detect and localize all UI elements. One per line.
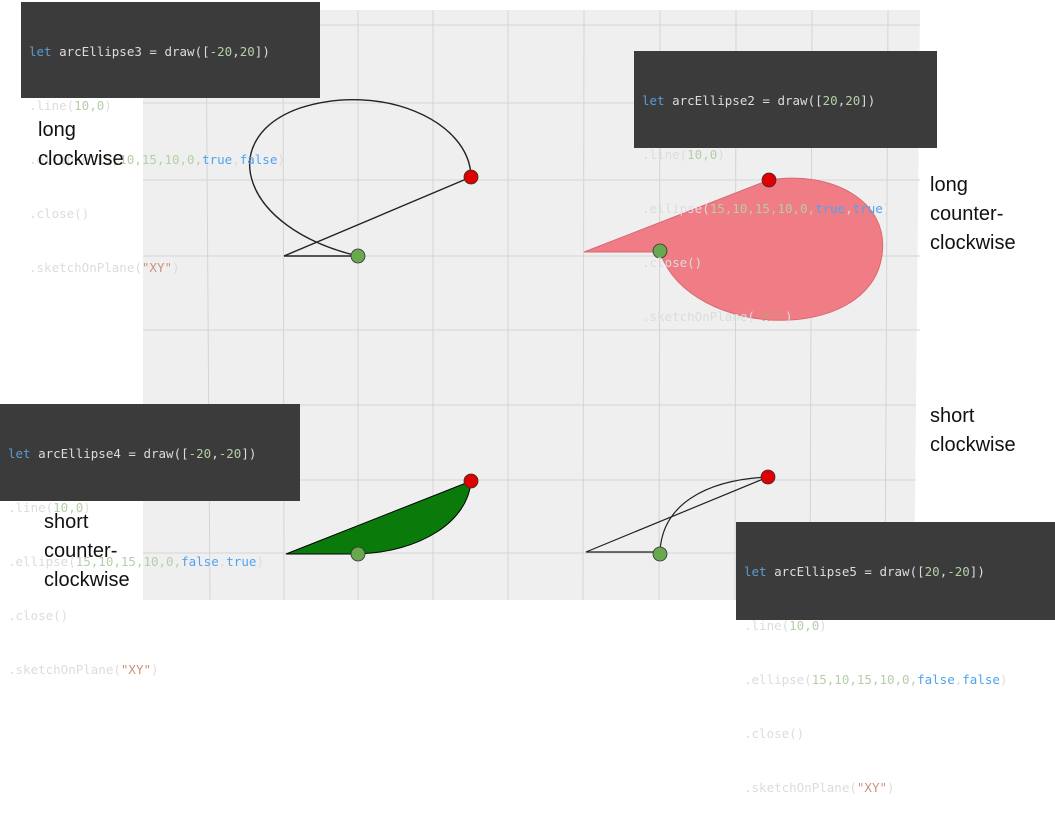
code-block-arcellipse3: let arcEllipse3 = draw([-20,20]) .line(1…: [21, 2, 320, 275]
code-line: .line(10,0): [642, 147, 725, 162]
end-point: [760, 469, 776, 485]
code-line: let arcEllipse5 = draw([20,-20]): [744, 564, 985, 579]
label-line: long: [38, 119, 76, 141]
code-line: .close(): [8, 608, 69, 623]
code-line: .sketchOnPlane("XY"): [8, 662, 159, 677]
label-long-counter-clockwise: long counter- clockwise: [930, 171, 1016, 258]
code-line: let arcEllipse4 = draw([-20,-20]): [8, 446, 257, 461]
code-line: .sketchOnPlane("XY"): [29, 260, 180, 275]
label-line: short: [44, 511, 89, 533]
start-point: [350, 546, 366, 562]
code-line: .line(10,0): [744, 618, 827, 633]
code-block-arcellipse2: let arcEllipse2 = draw([20,20]) .line(10…: [634, 51, 937, 324]
label-line: clockwise: [930, 232, 1016, 254]
code-block-arcellipse5: let arcEllipse5 = draw([20,-20]) .line(1…: [736, 522, 1055, 795]
label-line: long: [930, 174, 968, 196]
label-line: clockwise: [930, 434, 1016, 456]
label-line: short: [930, 405, 975, 427]
label-short-clockwise: short clockwise: [930, 402, 1016, 460]
code-block-arcellipse4: let arcEllipse4 = draw([-20,-20]) .line(…: [0, 404, 300, 677]
code-line: .close(): [744, 726, 805, 741]
label-line: counter-: [930, 203, 1004, 225]
label-line: counter-: [44, 540, 118, 562]
code-line: .line(10,0): [29, 98, 112, 113]
end-point: [463, 473, 479, 489]
code-line: .close(): [29, 206, 90, 221]
code-line: .close(): [642, 255, 703, 270]
code-line: .ellipse(15,10,15,10,0,true,true): [642, 201, 891, 216]
label-line: clockwise: [38, 148, 124, 170]
code-line: .sketchOnPlane("XY"): [642, 309, 793, 324]
code-line: let arcEllipse3 = draw([-20,20]): [29, 44, 270, 59]
code-line: .ellipse(15,10,15,10,0,false,false): [744, 672, 1008, 687]
label-line: clockwise: [44, 569, 130, 591]
code-line: let arcEllipse2 = draw([20,20]): [642, 93, 876, 108]
label-long-clockwise: long clockwise: [38, 116, 124, 174]
code-line: .sketchOnPlane("XY"): [744, 780, 895, 795]
label-short-counter-clockwise: short counter- clockwise: [44, 508, 130, 595]
end-point: [463, 169, 479, 185]
start-point: [350, 248, 366, 264]
start-point: [652, 546, 668, 562]
